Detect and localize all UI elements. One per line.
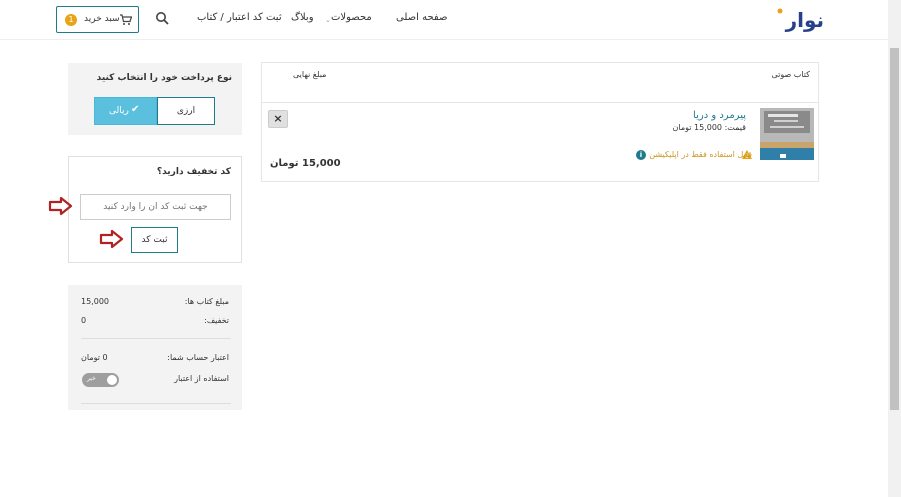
nav-home[interactable]: صفحه اصلی bbox=[396, 12, 447, 23]
divider bbox=[81, 338, 231, 339]
toggle-knob bbox=[107, 375, 117, 385]
search-icon[interactable] bbox=[155, 11, 169, 25]
discount-amount-label: تخفیف: bbox=[204, 316, 229, 325]
final-price: 15,000 تومان bbox=[270, 158, 341, 169]
check-icon: ✔ bbox=[131, 104, 140, 115]
cart-count-badge: 1 bbox=[65, 14, 77, 26]
book-cover-image[interactable] bbox=[760, 108, 814, 160]
nav-register-code[interactable]: ثبت کد اعتبار / کتاب bbox=[197, 12, 282, 23]
discount-code-input[interactable] bbox=[80, 194, 231, 220]
column-header-final-price: مبلغ نهایی bbox=[293, 70, 327, 79]
chevron-down-icon: ⌄ bbox=[325, 16, 331, 24]
arrow-right-icon bbox=[99, 229, 124, 249]
cart-table-header: کتاب صوتی مبلغ نهایی bbox=[262, 63, 818, 103]
order-summary-panel: مبلغ کتاب ها: 15,000 تخفیف: 0 اعتبار حسا… bbox=[68, 285, 242, 410]
discount-submit-button[interactable]: ثبت کد bbox=[131, 227, 178, 253]
books-total-value: 15,000 bbox=[81, 297, 109, 306]
nav-blog[interactable]: وبلاگ bbox=[291, 12, 314, 23]
payment-type-panel: نوع پرداخت خود را انتخاب کنید ریالی ✔ ار… bbox=[68, 63, 242, 135]
nav-products-label: محصولات bbox=[331, 12, 372, 23]
use-credit-toggle[interactable]: خیر bbox=[82, 373, 119, 387]
svg-text:نوار: نوار bbox=[785, 8, 824, 32]
navaar-logo[interactable]: نوار bbox=[764, 6, 826, 32]
book-title-link[interactable]: پیرمرد و دریا bbox=[693, 110, 746, 121]
book-price: قیمت: 15,000 تومان bbox=[672, 123, 746, 132]
site-header: نوار صفحه اصلی محصولات ⌄ وبلاگ ثبت کد اع… bbox=[0, 0, 888, 40]
scrollbar[interactable] bbox=[888, 0, 901, 497]
use-credit-toggle-state: خیر bbox=[87, 375, 96, 382]
arrow-right-icon bbox=[48, 196, 73, 216]
payment-rial-button[interactable]: ریالی ✔ bbox=[94, 97, 157, 125]
scrollbar-thumb[interactable] bbox=[890, 48, 899, 410]
payment-rial-label: ریالی bbox=[109, 106, 129, 116]
remove-item-button[interactable]: × bbox=[268, 110, 288, 128]
use-credit-label: استفاده از اعتبار bbox=[174, 374, 229, 383]
cart-button[interactable]: 1 سبد خرید bbox=[56, 6, 139, 33]
column-header-book: کتاب صوتی bbox=[771, 70, 810, 79]
app-only-note: قابل استفاده فقط در اپلیکیشن bbox=[649, 150, 752, 159]
account-credit-value: 0 تومان bbox=[81, 353, 108, 362]
payment-arzi-button[interactable]: ارزی bbox=[157, 97, 215, 125]
account-credit-label: اعتبار حساب شما: bbox=[167, 353, 229, 362]
shopping-cart-icon bbox=[120, 14, 132, 25]
cart-table: کتاب صوتی مبلغ نهایی × پیرمرد و دریا قیم… bbox=[261, 62, 819, 182]
discount-panel: کد تخفیف دارید؟ ثبت کد bbox=[68, 156, 242, 263]
discount-title: کد تخفیف دارید؟ bbox=[156, 167, 231, 177]
books-total-label: مبلغ کتاب ها: bbox=[184, 297, 229, 306]
discount-amount-value: 0 bbox=[81, 316, 87, 325]
nav-products[interactable]: محصولات ⌄ bbox=[325, 12, 372, 24]
payment-type-title: نوع پرداخت خود را انتخاب کنید bbox=[96, 73, 232, 83]
divider bbox=[81, 403, 231, 404]
cart-label: سبد خرید bbox=[84, 14, 120, 24]
info-icon[interactable]: i bbox=[636, 150, 646, 160]
